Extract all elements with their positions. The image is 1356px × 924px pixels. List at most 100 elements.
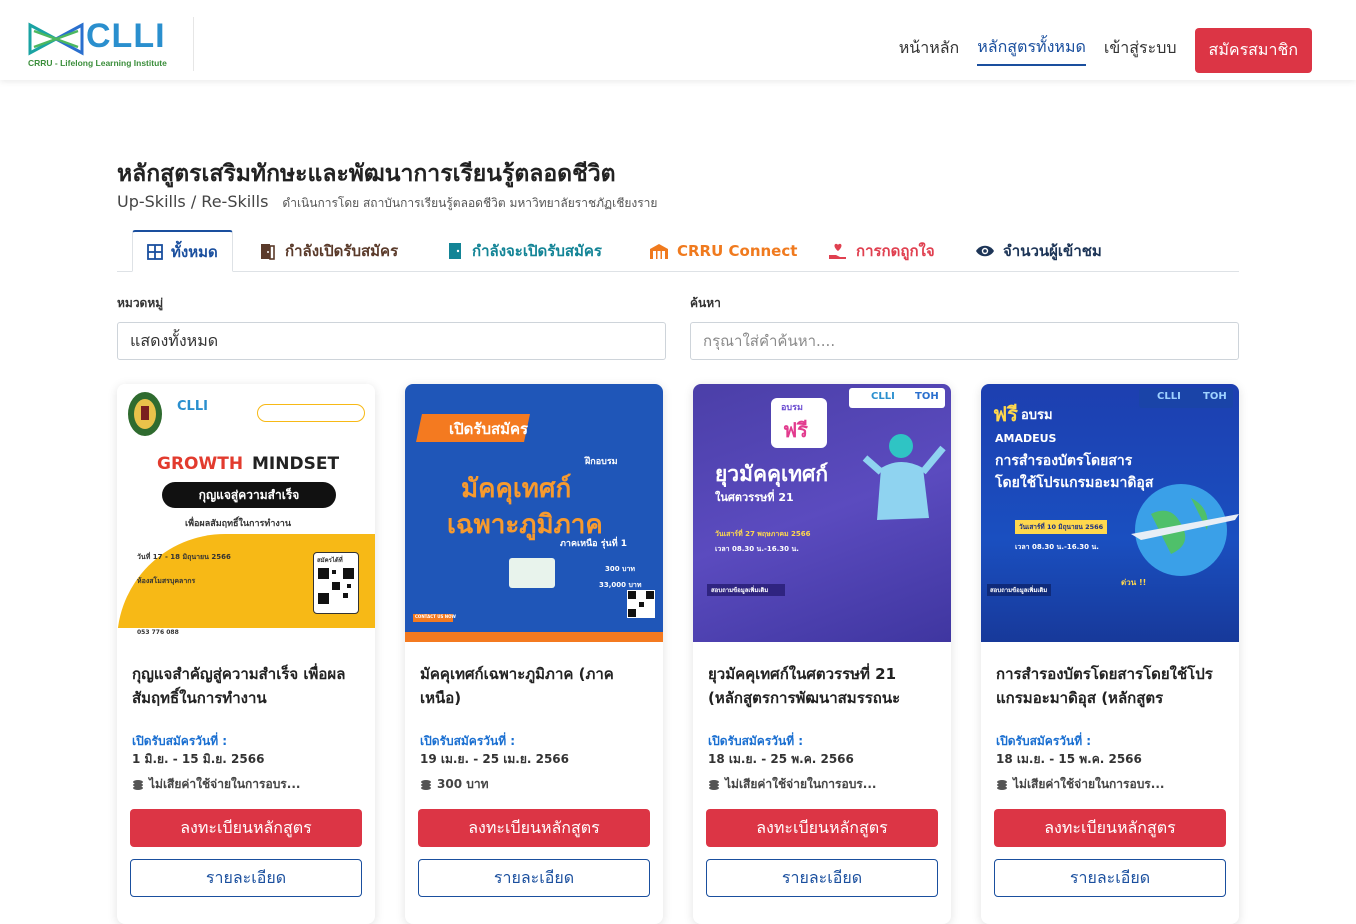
page-subtitle: Up-Skills / Re-Skills ดำเนินการโดย สถาบั… xyxy=(117,192,657,213)
course-detail-button[interactable]: รายละเอียด xyxy=(130,859,362,897)
poster-brand: CLLI xyxy=(871,391,895,402)
category-select[interactable]: แสดงทั้งหมด xyxy=(117,322,666,360)
open-registration-date: 19 เม.ย. - 25 เม.ย. 2566 xyxy=(420,752,569,766)
tab-label: จำนวนผู้เข้าชม xyxy=(1003,242,1102,260)
course-poster-image[interactable]: อบรม ฟรี CLLI TOH ยุวมัคคุเทศก์ ในศตวรรษ… xyxy=(693,384,951,642)
poster-hurry: ด่วน !! xyxy=(1121,578,1147,587)
door-closed-icon xyxy=(446,242,464,260)
open-registration-date: 18 เม.ย. - 15 พ.ค. 2566 xyxy=(996,752,1142,766)
poster-footer-text: 053 776 088 xyxy=(137,629,179,636)
course-poster-image[interactable]: ฟรี อบรม CLLI TOH AMADEUS การสำรองบัตรโด… xyxy=(981,384,1239,642)
poster-id-card xyxy=(509,558,555,588)
poster-info-bar: สอบถามข้อมูลเพิ่มเติม xyxy=(707,584,785,596)
poster-logos: CLLI TOH xyxy=(1139,388,1233,408)
tab-views[interactable]: จำนวนผู้เข้าชม xyxy=(975,230,1102,272)
poster-brand: CLLI xyxy=(177,399,208,414)
register-course-button[interactable]: ลงทะเบียนหลักสูตร xyxy=(994,809,1226,847)
course-poster-image[interactable]: เปิดรับสมัคร ฝึกอบรม มัคคุเทศก์ เฉพาะภูม… xyxy=(405,384,663,642)
open-registration-date: 18 เม.ย. - 25 พ.ค. 2566 xyxy=(708,752,854,766)
tab-label: กำลังจะเปิดรับสมัคร xyxy=(472,242,602,260)
category-label: หมวดหมู่ xyxy=(117,296,164,310)
poster-tagline: เพื่อผลสัมฤทธิ์ในการทำงาน xyxy=(185,519,291,529)
open-registration-label: เปิดรับสมัครวันที่ : xyxy=(708,734,804,748)
nav-all-courses[interactable]: หลักสูตรทั้งหมด xyxy=(977,35,1086,66)
course-price-text: ไม่เสียค่าใช้จ่ายในการอบร... xyxy=(1013,777,1165,791)
nav-login[interactable]: เข้าสู่ระบบ xyxy=(1104,36,1177,65)
qr-code-icon xyxy=(317,567,355,605)
poster-banner: กุญแจสู่ความสำเร็จ xyxy=(162,482,336,508)
poster-place: ห้องสโมสรบุคลากร xyxy=(137,577,196,585)
main-nav: หน้าหลัก หลักสูตรทั้งหมด เข้าสู่ระบบ สมั… xyxy=(881,28,1312,73)
open-registration-date: 1 มิ.ย. - 15 มิ.ย. 2566 xyxy=(132,752,265,766)
signup-button[interactable]: สมัครสมาชิก xyxy=(1194,28,1312,73)
heart-hand-icon xyxy=(828,242,848,260)
logo-subtitle: CRRU - Lifelong Learning Institute xyxy=(28,58,167,68)
skills-label: Up-Skills / Re-Skills xyxy=(117,192,269,211)
tab-open-registration[interactable]: กำลังเปิดรับสมัคร xyxy=(259,230,398,272)
register-course-button[interactable]: ลงทะเบียนหลักสูตร xyxy=(706,809,938,847)
course-price-text: ไม่เสียค่าใช้จ่ายในการอบร... xyxy=(725,777,877,791)
course-title: กุญแจสำคัญสู่ความสำเร็จ เพื่อผลสัมฤทธิ์ใ… xyxy=(132,665,346,707)
open-registration-label: เปิดรับสมัครวันที่ : xyxy=(996,734,1092,748)
poster-info-bar: สอบถามข้อมูลเพิ่มเติม xyxy=(987,584,1051,596)
course-card: เปิดรับสมัคร ฝึกอบรม มัคคุเทศก์ เฉพาะภูม… xyxy=(405,384,663,924)
open-registration-label: เปิดรับสมัครวันที่ : xyxy=(420,734,516,748)
poster-date: วันเสาร์ที่ 27 พฤษภาคม 2566 xyxy=(715,530,811,538)
course-detail-button[interactable]: รายละเอียด xyxy=(706,859,938,897)
guide-character-illustration xyxy=(862,434,946,520)
poster-line-1: มัคคุเทศก์ xyxy=(461,474,572,504)
tab-all[interactable]: ทั้งหมด xyxy=(132,230,233,272)
poster-line-2: ในศตวรรษที่ 21 xyxy=(715,491,794,504)
poster-footer: 053 776 088 xyxy=(117,628,375,642)
poster-badge-main: ฟรี xyxy=(783,418,808,442)
course-title: ยุวมัคคุเทศก์ในศตวรรษที่ 21 (หลักสูตรการ… xyxy=(708,665,901,707)
logo-mark-icon xyxy=(28,22,84,56)
course-title: มัคคุเทศก์เฉพาะภูมิภาค (ภาคเหนือ) xyxy=(420,665,614,707)
poster-date: วันที่ 17 - 18 มิถุนายน 2566 xyxy=(137,553,231,561)
poster-pill xyxy=(257,404,365,422)
poster-logos: CLLI TOH xyxy=(849,388,945,408)
poster-free-badge: อบรม ฟรี xyxy=(771,398,827,448)
poster-banner-text: กุญแจสู่ความสำเร็จ xyxy=(198,487,300,502)
course-poster-image[interactable]: CLLI GROWTH MINDSET กุญแจสู่ความสำเร็จ เ… xyxy=(117,384,375,642)
course-detail-button[interactable]: รายละเอียด xyxy=(994,859,1226,897)
poster-free: ฟรี xyxy=(993,402,1018,426)
filter-tabs: ทั้งหมด กำลังเปิดรับสมัคร กำลังจะเปิดรับ… xyxy=(117,230,1239,272)
course-card: อบรม ฟรี CLLI TOH ยุวมัคคุเทศก์ ในศตวรรษ… xyxy=(693,384,951,924)
tab-upcoming-registration[interactable]: กำลังจะเปิดรับสมัคร xyxy=(446,230,602,272)
clli-logo[interactable]: CLLI CRRU - Lifelong Learning Institute xyxy=(28,17,168,69)
register-course-button[interactable]: ลงทะเบียนหลักสูตร xyxy=(418,809,650,847)
course-price: ไม่เสียค่าใช้จ่ายในการอบร... xyxy=(996,775,1164,794)
qr-code-box: สมัครได้ที่ xyxy=(313,552,359,614)
search-input[interactable] xyxy=(703,332,1226,350)
header-divider xyxy=(193,17,194,71)
poster-line-1: การสำรองบัตรโดยสาร xyxy=(995,453,1133,469)
course-title: การสำรองบัตรโดยสารโดยใช้โปรแกรมอะมาดิอุส… xyxy=(996,665,1213,707)
nav-home[interactable]: หน้าหลัก xyxy=(899,36,960,65)
course-price: ไม่เสียค่าใช้จ่ายในการอบร... xyxy=(132,775,300,794)
course-price-text: 300 บาท xyxy=(437,777,489,791)
poster-brand-2: TOH xyxy=(915,391,939,402)
poster-region: ภาคเหนือ รุ่นที่ 1 xyxy=(560,539,628,549)
tab-label: ทั้งหมด xyxy=(171,242,218,261)
course-detail-button[interactable]: รายละเอียด xyxy=(418,859,650,897)
course-card: ฟรี อบรม CLLI TOH AMADEUS การสำรองบัตรโด… xyxy=(981,384,1239,924)
tab-likes[interactable]: การกดถูกใจ xyxy=(828,230,935,272)
poster-brand-2: TOH xyxy=(1203,391,1227,402)
eye-icon xyxy=(975,244,995,258)
logo-text: CLLI xyxy=(86,17,166,55)
search-field[interactable] xyxy=(690,322,1239,360)
poster-time: เวลา 08.30 น.-16.30 น. xyxy=(1015,543,1099,551)
category-selected-value: แสดงทั้งหมด xyxy=(130,330,219,350)
poster-info-text: สอบถามข้อมูลเพิ่มเติม xyxy=(990,587,1048,594)
page-title: หลักสูตรเสริมทักษะและพัฒนาการเรียนรู้ตลอ… xyxy=(117,161,616,187)
tab-crru-connect[interactable]: CRRU Connect xyxy=(649,230,797,272)
poster-contact-text: CONTACT US NOW xyxy=(415,614,456,619)
poster-train-label: ฝึกอบรม xyxy=(585,457,618,467)
door-open-icon xyxy=(259,242,277,260)
qr-code-icon xyxy=(627,590,655,618)
globe-plane-illustration xyxy=(1131,484,1239,576)
poster-headline-1: GROWTH xyxy=(157,454,244,474)
register-course-button[interactable]: ลงทะเบียนหลักสูตร xyxy=(130,809,362,847)
search-label: ค้นหา xyxy=(690,296,721,310)
